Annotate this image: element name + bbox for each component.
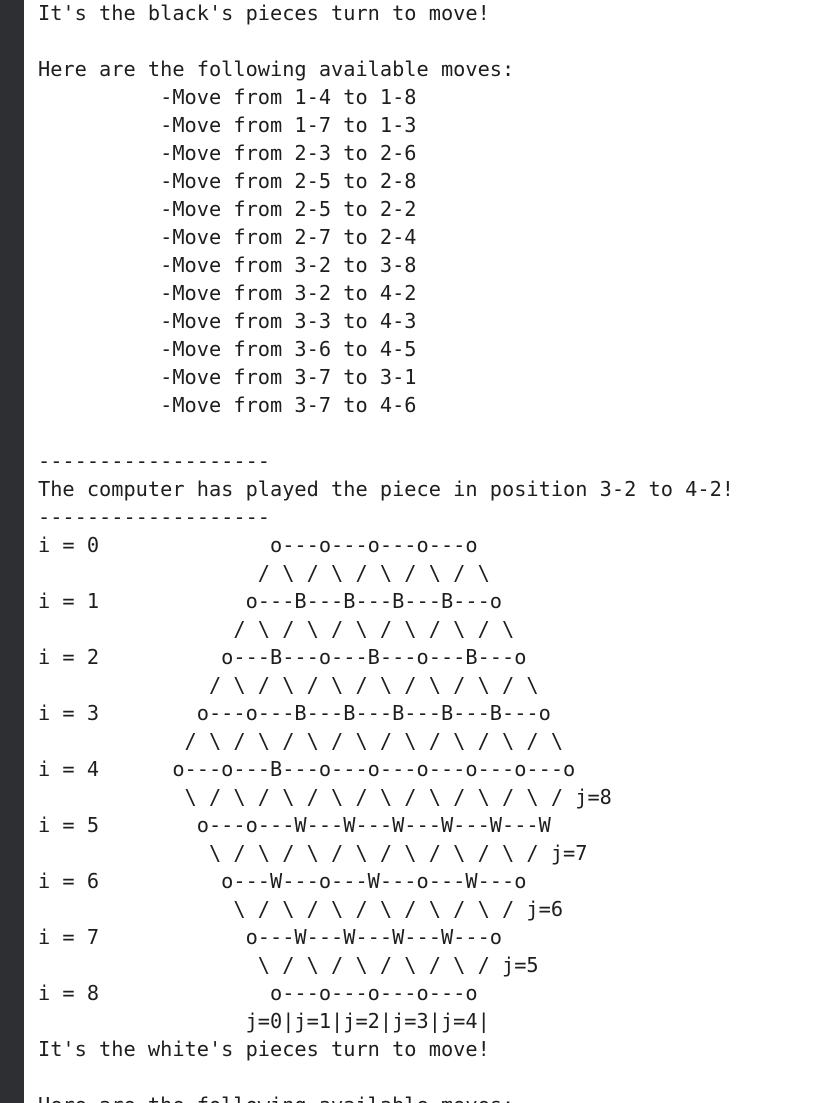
console-line: ------------------- <box>38 449 270 473</box>
console-line: / \ / \ / \ / \ / \ / \ <box>38 617 515 641</box>
editor-gutter <box>0 0 24 1103</box>
console-line: / \ / \ / \ / \ / \ / \ / \ <box>38 673 539 697</box>
console-line: -Move from 2-7 to 2-4 <box>38 225 417 249</box>
console-line: / \ / \ / \ / \ / \ / \ / \ / \ <box>38 729 564 753</box>
console-line: -Move from 2-5 to 2-8 <box>38 169 417 193</box>
console-line: -Move from 1-4 to 1-8 <box>38 85 417 109</box>
console-line: i = 4 o---o---B---o---o---o---o---o---o <box>38 757 576 781</box>
console-line: It's the white's pieces turn to move! <box>38 1037 490 1061</box>
console-line: -Move from 3-3 to 4-3 <box>38 309 417 333</box>
console-output[interactable]: It's the black's pieces turn to move! He… <box>38 0 818 1103</box>
console-line: -Move from 3-7 to 3-1 <box>38 365 417 389</box>
console-line: Here are the following available moves: <box>38 57 515 81</box>
console-line: / \ / \ / \ / \ / \ <box>38 561 490 585</box>
console-line: i = 8 o---o---o---o---o <box>38 981 478 1005</box>
console-line: -Move from 3-6 to 4-5 <box>38 337 417 361</box>
console-line: i = 5 o---o---W---W---W---W---W---W <box>38 813 551 837</box>
console-line: -Move from 1-7 to 1-3 <box>38 113 417 137</box>
console-line: ------------------- <box>38 505 270 529</box>
console-line: j=0|j=1|j=2|j=3|j=4| <box>38 1009 490 1033</box>
console-line: It's the black's pieces turn to move! <box>38 1 490 25</box>
console-line: i = 0 o---o---o---o---o <box>38 533 478 557</box>
console-line: \ / \ / \ / \ / \ / \ / j=6 <box>38 897 564 921</box>
console-line: -Move from 3-2 to 3-8 <box>38 253 417 277</box>
console-line: i = 2 o---B---o---B---o---B---o <box>38 645 527 669</box>
console-line: -Move from 2-5 to 2-2 <box>38 197 417 221</box>
console-line: -Move from 3-2 to 4-2 <box>38 281 417 305</box>
console-line: i = 1 o---B---B---B---B---o <box>38 589 502 613</box>
console-line: i = 6 o---W---o---W---o---W---o <box>38 869 527 893</box>
console-line: Here are the following available moves: <box>38 1091 818 1103</box>
console-line: i = 3 o---o---B---B---B---B---B---o <box>38 701 551 725</box>
console-line: -Move from 3-7 to 4-6 <box>38 393 417 417</box>
console-line: \ / \ / \ / \ / \ / \ / \ / \ / j=8 <box>38 785 612 809</box>
console-line: The computer has played the piece in pos… <box>38 477 734 501</box>
console-line: i = 7 o---W---W---W---W---o <box>38 925 502 949</box>
console-line: \ / \ / \ / \ / \ / \ / \ / j=7 <box>38 841 588 865</box>
console-line: -Move from 2-3 to 2-6 <box>38 141 417 165</box>
console-line: \ / \ / \ / \ / \ / j=5 <box>38 953 539 977</box>
